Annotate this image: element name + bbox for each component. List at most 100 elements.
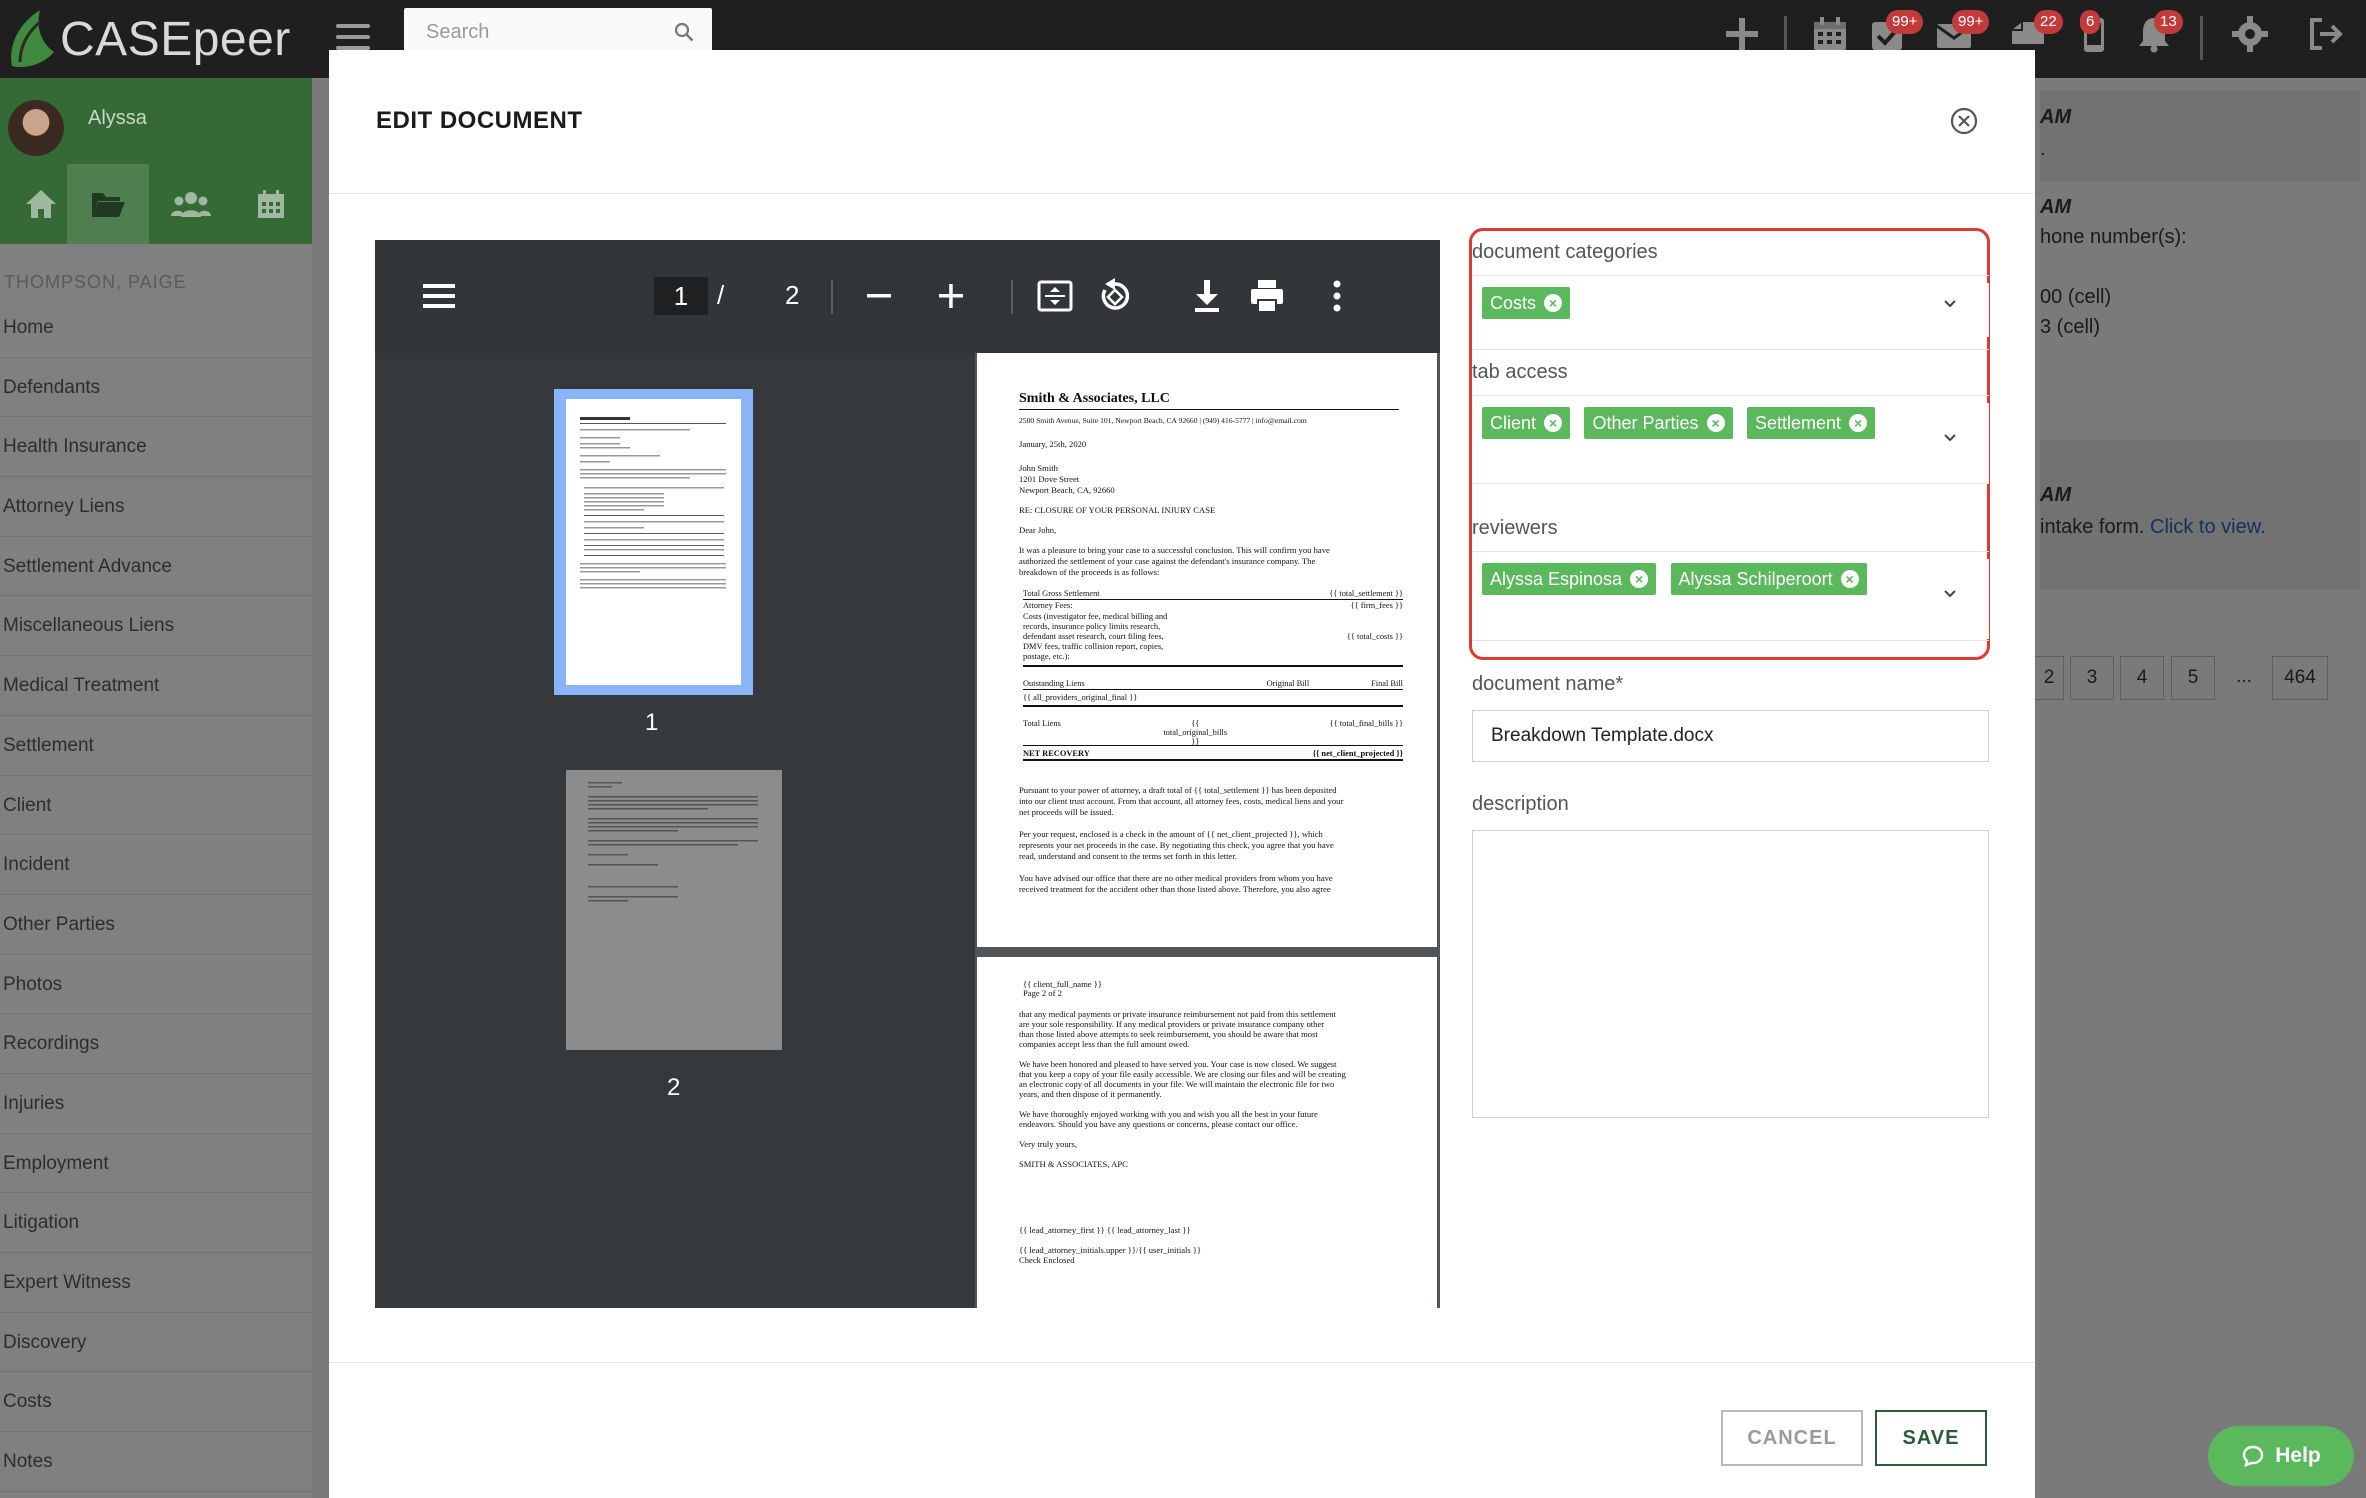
tab-access-select[interactable]: Client × Other Parties × Settlement × — [1472, 403, 1989, 483]
sidebar-item-settlement-advance[interactable]: Settlement Advance — [0, 537, 312, 597]
add-icon[interactable] — [1722, 14, 1762, 54]
casepeer-logo[interactable]: CASEpeer — [6, 6, 291, 72]
sidebar-item-attorney-liens[interactable]: Attorney Liens — [0, 477, 312, 537]
fit-page-icon[interactable] — [1035, 276, 1075, 316]
remove-tag-icon[interactable]: × — [1630, 570, 1649, 588]
mail-count-badge: 99+ — [1952, 10, 1990, 34]
letter-line: net proceeds will be issued. — [1019, 807, 1114, 817]
rotate-icon[interactable] — [1095, 276, 1135, 316]
activity-text: intake form. Click to view. — [2040, 516, 2266, 539]
sidebar-item-home[interactable]: Home — [0, 298, 312, 358]
pdf-toolbar: 1 / 2 — [375, 240, 1440, 353]
settings-gear-icon[interactable] — [2230, 14, 2270, 54]
row-value: {{ firm_fees }} — [1350, 601, 1403, 610]
search-icon[interactable] — [674, 22, 694, 42]
modal-title: EDIT DOCUMENT — [376, 107, 583, 134]
liens-row: {{ all_providers_original_final }} — [1023, 693, 1403, 702]
global-search — [404, 8, 712, 56]
sidebar-item-injuries[interactable]: Injuries — [0, 1074, 312, 1134]
user-profile[interactable]: Alyssa — [0, 78, 312, 164]
sidebar-item-other-parties[interactable]: Other Parties — [0, 895, 312, 955]
pagination-page[interactable]: 4 — [2120, 656, 2164, 700]
breakdown-row: Attorney Fees: {{ firm_fees }} — [1023, 601, 1403, 610]
thumbnail-panel: 1 2 — [375, 353, 975, 1308]
description-textarea[interactable] — [1472, 830, 1989, 1118]
pagination-page[interactable]: 2 — [2034, 656, 2064, 700]
letterhead-firm: Smith & Associates, LLC — [1019, 391, 1170, 406]
categories-select[interactable]: Costs × — [1472, 283, 1989, 337]
sidebar-item-notes[interactable]: Notes — [0, 1432, 312, 1492]
letter-line: Very truly yours, — [1019, 1139, 1077, 1149]
remove-tag-icon[interactable]: × — [1544, 414, 1563, 432]
messages-count-badge: 22 — [2034, 10, 2063, 34]
thumbnail-content — [580, 417, 726, 589]
pagination-page[interactable]: 464 — [2272, 656, 2328, 700]
click-to-view-link[interactable]: Click to view. — [2150, 516, 2266, 538]
close-icon[interactable] — [1949, 106, 1979, 136]
chevron-down-icon[interactable] — [1943, 587, 1957, 601]
chevron-down-icon[interactable] — [1943, 431, 1957, 445]
sidebar-item-client[interactable]: Client — [0, 776, 312, 836]
calendar-icon — [258, 190, 284, 218]
sidebar-item-defendants[interactable]: Defendants — [0, 358, 312, 418]
more-options-icon[interactable] — [1317, 276, 1357, 316]
pagination-page[interactable]: 3 — [2070, 656, 2114, 700]
sidebar-item-employment[interactable]: Employment — [0, 1134, 312, 1194]
sidebar-item-recordings[interactable]: Recordings — [0, 1014, 312, 1074]
sidebar-item-discovery[interactable]: Discovery — [0, 1313, 312, 1373]
save-button[interactable]: SAVE — [1875, 1410, 1987, 1466]
pagination-page[interactable]: 5 — [2171, 656, 2215, 700]
remove-tag-icon[interactable]: × — [1849, 414, 1868, 432]
sidebar-item-photos[interactable]: Photos — [0, 955, 312, 1015]
print-icon[interactable] — [1247, 276, 1287, 316]
home-icon — [26, 190, 56, 218]
sidebar-item-miscellaneous-liens[interactable]: Miscellaneous Liens — [0, 596, 312, 657]
menu-toggle-icon[interactable] — [336, 20, 370, 54]
col-header: Outstanding Liens — [1023, 679, 1085, 688]
sidebar-item-settlement[interactable]: Settlement — [0, 716, 312, 776]
remove-tag-icon[interactable]: × — [1840, 570, 1859, 588]
zoom-out-icon[interactable] — [859, 276, 899, 316]
chevron-down-icon[interactable] — [1943, 297, 1957, 311]
required-marker: * — [1615, 673, 1624, 695]
remove-tag-icon[interactable]: × — [1544, 294, 1563, 312]
recipient-line: Newport Beach, CA, 92660 — [1019, 485, 1115, 495]
description-label: description — [1472, 793, 1569, 815]
breakdown-row: defendant asset research, court filing f… — [1023, 632, 1403, 641]
page-number-input[interactable]: 1 — [654, 277, 708, 315]
letter-line: breakdown of the proceeds is as follows: — [1019, 567, 1160, 577]
reviewers-select[interactable]: Alyssa Espinosa × Alyssa Schilperoort × — [1472, 559, 1989, 639]
logout-icon[interactable] — [2306, 14, 2346, 54]
recipient-line: John Smith — [1019, 463, 1058, 473]
cancel-button[interactable]: CANCEL — [1721, 1410, 1863, 1466]
field-divider — [1472, 483, 1989, 484]
letter-line: You have advised our office that there a… — [1019, 873, 1333, 883]
sidebar-item-medical-treatment[interactable]: Medical Treatment — [0, 656, 312, 716]
letter-date: January, 25th, 2020 — [1019, 439, 1087, 449]
tab-cases[interactable] — [67, 164, 149, 244]
thumbnail-label: 1 — [645, 709, 659, 736]
sidebar-item-litigation[interactable]: Litigation — [0, 1193, 312, 1253]
tab-contacts[interactable] — [150, 164, 232, 244]
edit-document-modal: EDIT DOCUMENT 1 / 2 1 2 Smith & Associat… — [329, 50, 2035, 1498]
remove-tag-icon[interactable]: × — [1706, 414, 1725, 432]
sidebar-item-health-insurance[interactable]: Health Insurance — [0, 417, 312, 478]
activity-time: AM — [2040, 196, 2072, 218]
sidebar-item-incident[interactable]: Incident — [0, 835, 312, 895]
field-divider — [1472, 275, 1989, 276]
page-thumbnail-1[interactable] — [554, 389, 753, 695]
tab-calendar[interactable] — [230, 164, 312, 244]
search-input[interactable] — [404, 8, 664, 56]
reviewer-tag: Alyssa Schilperoort × — [1670, 563, 1867, 595]
page-thumbnail-2[interactable] — [566, 770, 782, 1050]
sidebar-item-expert-witness[interactable]: Expert Witness — [0, 1253, 312, 1313]
thumbnail-label: 2 — [667, 1074, 681, 1101]
download-icon[interactable] — [1187, 276, 1227, 316]
document-name-input[interactable] — [1472, 710, 1989, 762]
sidebar-toggle-icon[interactable] — [419, 276, 459, 316]
toolbar-divider — [831, 280, 833, 314]
calendar-icon[interactable] — [1810, 14, 1850, 54]
help-button[interactable]: Help — [2208, 1426, 2354, 1486]
zoom-in-icon[interactable] — [931, 276, 971, 316]
sidebar-item-costs[interactable]: Costs — [0, 1372, 312, 1433]
